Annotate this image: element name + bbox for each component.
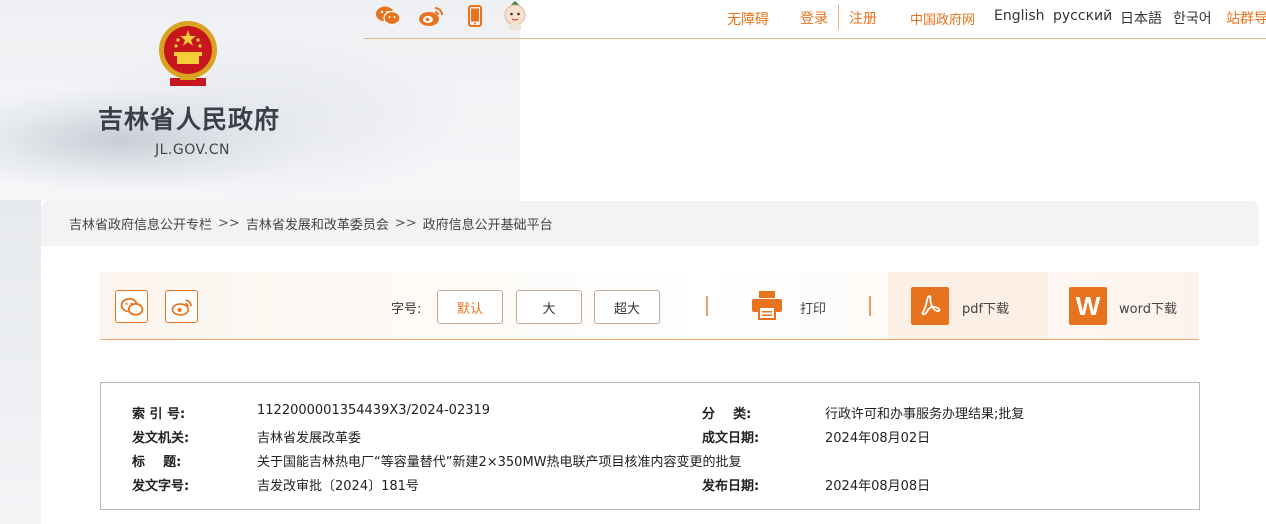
weibo-icon[interactable] [418,3,444,29]
pdf-download-link[interactable]: pdf下载 [962,298,1009,317]
doc-no-value: 吉发改审批〔2024〕181号 [257,479,419,494]
breadcrumb-item[interactable]: 政府信息公开基础平台 [423,214,553,233]
side-background [0,200,42,524]
weibo-icon [171,299,192,316]
article-toolbar: 字号: 默认 大 超大 打印 pdf下载 W word下载 [100,272,1199,340]
breadcrumb-item[interactable]: 吉林省发展和改革委员会 [246,214,389,233]
english-link[interactable]: English [994,8,1045,24]
wechat-icon[interactable] [375,3,401,29]
word-download-link[interactable]: word下载 [1119,298,1177,317]
wechat-icon [120,297,143,316]
site-title[interactable]: 吉林省人民政府 [98,100,280,136]
share-wechat-button[interactable] [115,290,148,323]
breadcrumb-item[interactable]: 吉林省政府信息公开专栏 [69,214,212,233]
issuer-value: 吉林省发展改革委 [257,431,362,446]
font-size-label: 字号: [391,302,422,317]
font-large-button[interactable]: 大 [516,290,582,324]
toolbar-divider [706,296,708,316]
category-label: 分 类: [702,407,752,422]
register-link[interactable]: 注册 [849,8,877,28]
header-divider [364,38,1266,39]
word-icon[interactable]: W [1069,287,1107,325]
created-date-value: 2024年08月02日 [825,431,931,446]
created-date-label: 成文日期: [702,431,760,446]
nav-divider [838,4,839,30]
title-value: 关于国能吉林热电厂“等容量替代”新建2×350MW热电联产项目核准内容变更的批复 [257,455,742,470]
mascot-icon[interactable] [501,1,529,31]
print-button[interactable]: 打印 [800,298,826,317]
accessibility-link[interactable]: 无障碍 [727,9,769,29]
gov-portal-link[interactable]: 中国政府网 [910,9,975,28]
index-no-value: 1122000001354439X3/2024-02319 [257,403,491,418]
document-info-table: 索 引 号: 1122000001354439X3/2024-02319 分 类… [100,382,1200,510]
published-date-value: 2024年08月08日 [825,479,931,494]
korean-link[interactable]: 한국어 [1173,8,1212,28]
issuer-label: 发文机关: [132,431,190,446]
login-link[interactable]: 登录 [800,8,828,28]
breadcrumb: 吉林省政府信息公开专栏 >> 吉林省发展和改革委员会 >> 政府信息公开基础平台 [41,201,1259,246]
title-label: 标 题: [132,455,182,470]
site-domain: JL.GOV.CN [155,142,230,158]
font-default-button[interactable]: 默认 [437,290,503,324]
mobile-icon[interactable] [465,3,485,29]
share-weibo-button[interactable] [165,290,198,323]
published-date-label: 发布日期: [702,479,760,494]
toolbar-divider [869,296,871,316]
japanese-link[interactable]: 日本語 [1120,8,1162,28]
russian-link[interactable]: русский [1053,8,1112,24]
site-group-link[interactable]: 站群导 [1226,8,1266,28]
font-xlarge-button[interactable]: 超大 [594,290,660,324]
national-emblem-icon [156,20,220,88]
category-value: 行政许可和办事服务办理结果;批复 [825,407,1025,422]
doc-no-label: 发文字号: [132,479,190,494]
breadcrumb-separator: >> [218,216,240,231]
index-no-label: 索 引 号: [132,407,186,422]
breadcrumb-separator: >> [394,216,417,231]
printer-icon[interactable] [750,288,784,322]
pdf-icon[interactable] [911,287,949,325]
